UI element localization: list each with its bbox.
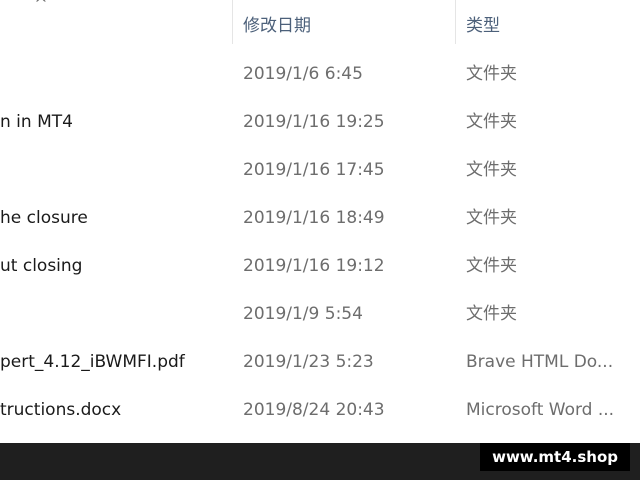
file-type: 文件夹 — [466, 304, 517, 324]
file-row[interactable]: ut closing 2019/1/16 19:12 文件夹 — [0, 242, 640, 290]
file-type: 文件夹 — [466, 112, 517, 132]
file-type: Brave HTML Do... — [466, 352, 614, 372]
file-date-modified: 2019/1/16 18:49 — [243, 208, 385, 228]
column-divider[interactable] — [455, 0, 456, 44]
watermark-label: www.mt4.shop — [480, 443, 630, 471]
file-type: 文件夹 — [466, 256, 517, 276]
file-name: pert_4.12_iBWMFI.pdf — [0, 352, 185, 372]
file-date-modified: 2019/1/16 19:25 — [243, 112, 385, 132]
file-row[interactable]: pert_4.12_iBWMFI.pdf 2019/1/23 5:23 Brav… — [0, 338, 640, 386]
file-name: ut closing — [0, 256, 83, 276]
file-row[interactable]: he closure 2019/1/16 18:49 文件夹 — [0, 194, 640, 242]
file-name: tructions.docx — [0, 400, 122, 420]
file-type: 文件夹 — [466, 64, 517, 84]
file-date-modified: 2019/1/23 5:23 — [243, 352, 374, 372]
file-type: 文件夹 — [466, 160, 517, 180]
sort-ascending-icon[interactable]: ^ — [30, 0, 52, 12]
file-date-modified: 2019/1/16 17:45 — [243, 160, 385, 180]
file-row[interactable]: 2019/1/6 6:45 文件夹 — [0, 50, 640, 98]
file-row[interactable]: 2019/1/9 5:54 文件夹 — [0, 290, 640, 338]
column-header-type[interactable]: 类型 — [466, 11, 500, 36]
file-row[interactable]: 2019/1/16 17:45 文件夹 — [0, 146, 640, 194]
file-name: he closure — [0, 208, 88, 228]
file-row[interactable]: tructions.docx 2019/8/24 20:43 Microsoft… — [0, 386, 640, 434]
column-header-date-modified[interactable]: 修改日期 — [243, 11, 311, 36]
file-row[interactable]: n in MT4 2019/1/16 19:25 文件夹 — [0, 98, 640, 146]
file-type: Microsoft Word ... — [466, 400, 615, 420]
file-date-modified: 2019/1/16 19:12 — [243, 256, 385, 276]
file-type: 文件夹 — [466, 208, 517, 228]
column-header-bar: ^ 修改日期 类型 — [0, 0, 640, 44]
file-date-modified: 2019/8/24 20:43 — [243, 400, 385, 420]
column-divider[interactable] — [232, 0, 233, 44]
file-name: n in MT4 — [0, 112, 73, 132]
file-date-modified: 2019/1/6 6:45 — [243, 64, 363, 84]
file-date-modified: 2019/1/9 5:54 — [243, 304, 363, 324]
